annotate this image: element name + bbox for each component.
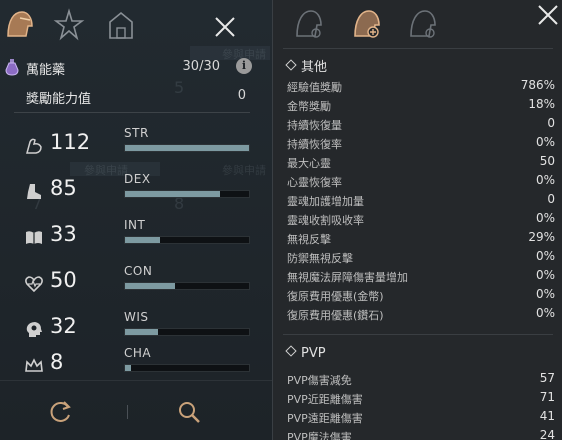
refresh-icon[interactable] <box>48 399 74 425</box>
character-stats-panel: 參與申請 5 參與申請 參與申請 7 8 萬能藥 30/30 i 獎勵能力值 0 <box>0 0 273 440</box>
top-tab-bar <box>0 8 272 44</box>
helmet-settings-tab-icon[interactable] <box>291 6 325 42</box>
stat-bar-fill <box>125 237 160 243</box>
section-header-pvp: PVP <box>285 345 326 361</box>
stat-bar <box>124 236 250 244</box>
stat-bar-fill <box>125 365 132 371</box>
stat-name: INT <box>124 218 146 232</box>
stat-bar-fill <box>125 145 249 151</box>
bottom-toolbar <box>0 380 272 440</box>
boot-icon <box>24 182 44 202</box>
stat-bar <box>124 328 250 336</box>
stat-bar <box>124 190 250 198</box>
divider <box>14 112 250 113</box>
stat-bar-fill <box>125 283 175 289</box>
list-item: 最大心靈 50 <box>287 154 555 170</box>
stat-bar <box>124 364 250 372</box>
list-item: PVP近距離傷害 71 <box>287 390 555 406</box>
stat-name: DEX <box>124 172 151 186</box>
stat-value: 8 <box>50 350 64 374</box>
list-item: 復原費用優惠(鑽石) 0% <box>287 306 555 322</box>
close-icon[interactable] <box>535 2 561 28</box>
elixir-count: 30/30 <box>182 59 220 74</box>
stat-bar-fill <box>125 191 221 197</box>
stat-name: STR <box>124 126 149 140</box>
list-item: 持續恢復率 0% <box>287 135 555 151</box>
list-item: 靈魂加護增加量 0 <box>287 192 555 208</box>
helmet-plus-tab-icon[interactable] <box>349 6 383 42</box>
close-icon[interactable] <box>212 14 238 40</box>
elixir-row: 萬能藥 30/30 i <box>0 56 262 78</box>
divider <box>283 334 553 335</box>
stat-row-dex[interactable]: 85 DEX <box>0 172 262 218</box>
stat-name: WIS <box>124 310 149 324</box>
magnifier-icon[interactable] <box>176 399 202 425</box>
stat-row-str[interactable]: 112 STR <box>0 126 262 172</box>
list-item: 復原費用優惠(金幣) 0% <box>287 287 555 303</box>
divider <box>283 48 553 49</box>
info-icon[interactable]: i <box>236 58 252 74</box>
section-header-other: 其他 <box>285 56 327 75</box>
list-item: 心靈恢復率 0% <box>287 173 555 189</box>
head-icon <box>24 320 44 340</box>
stats-tab-bar <box>273 5 562 46</box>
helmet-gear-tab-icon[interactable] <box>405 6 439 42</box>
list-item: 靈魂收割吸收率 0% <box>287 211 555 227</box>
stat-name: CON <box>124 264 153 278</box>
bonus-stat-row: 獎勵能力值 0 <box>0 86 262 107</box>
elixir-label: 萬能藥 <box>26 63 66 78</box>
arm-icon <box>24 136 44 156</box>
stat-row-int[interactable]: 33 INT <box>0 218 262 264</box>
list-item: 無視反擊 29% <box>287 230 555 246</box>
helmet-tab-icon[interactable] <box>2 8 36 42</box>
stat-bar <box>124 144 250 152</box>
potion-icon <box>4 58 20 76</box>
stat-row-con[interactable]: 50 CON <box>0 264 262 310</box>
list-item: 防禦無視反擊 0% <box>287 249 555 265</box>
book-icon <box>24 228 44 248</box>
list-item: 持續恢復量 0 <box>287 116 555 132</box>
stat-name: CHA <box>124 346 152 360</box>
stat-bar <box>124 282 250 290</box>
stat-value: 85 <box>50 176 77 200</box>
list-item: PVP魔法傷害 24 <box>287 428 555 440</box>
list-item: 無視魔法屏障傷害量增加 0% <box>287 268 555 284</box>
detailed-stats-panel: 其他 經驗值獎勵 786% 金幣獎勵 18% 持續恢復量 0 持續恢復率 0% 最大心靈… <box>273 0 562 440</box>
divider <box>127 405 128 419</box>
diamond-icon <box>285 345 297 357</box>
stat-bar-fill <box>125 329 159 335</box>
stat-value: 50 <box>50 268 77 292</box>
diamond-icon <box>285 59 297 71</box>
bonus-stat-label: 獎勵能力值 <box>26 92 92 107</box>
stat-value: 33 <box>50 222 77 246</box>
crown-icon <box>24 356 44 376</box>
star-emblem-tab-icon[interactable] <box>52 8 86 42</box>
heart-icon <box>24 274 44 294</box>
house-tab-icon[interactable] <box>104 8 138 42</box>
stat-value: 112 <box>50 130 91 154</box>
stat-value: 32 <box>50 314 77 338</box>
bonus-stat-value: 0 <box>237 88 246 103</box>
list-item: 金幣獎勵 18% <box>287 97 555 113</box>
list-item: PVP傷害減免 57 <box>287 371 555 387</box>
list-item: 經驗值獎勵 786% <box>287 78 555 94</box>
list-item: PVP遠距離傷害 41 <box>287 409 555 425</box>
